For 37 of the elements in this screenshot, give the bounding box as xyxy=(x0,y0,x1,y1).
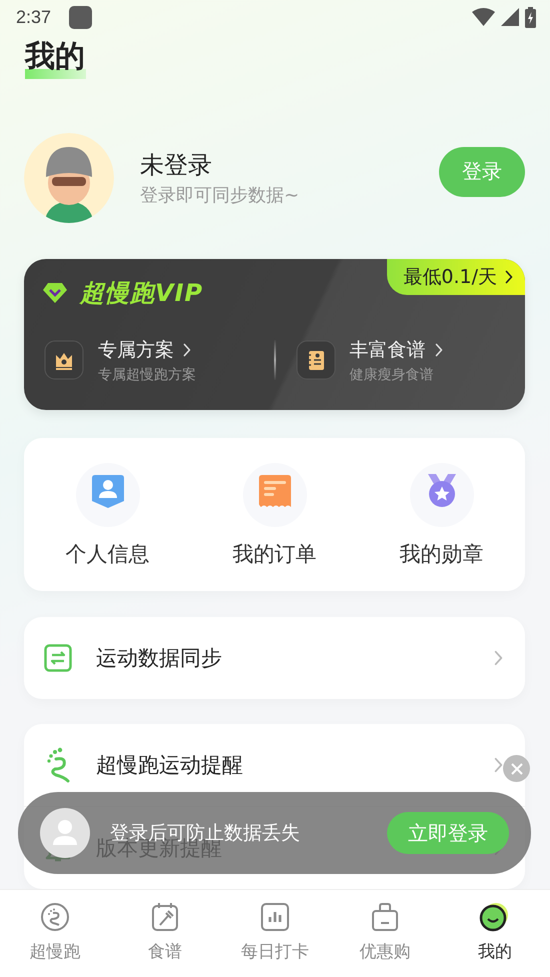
avatar-icon xyxy=(40,808,90,858)
status-time: 2:37 xyxy=(16,6,52,28)
chevron-icon xyxy=(505,270,513,284)
signal-icon xyxy=(501,8,519,26)
footprint-icon xyxy=(40,902,70,932)
chevron-icon xyxy=(183,342,191,357)
chevron-icon xyxy=(494,650,503,666)
login-hint: 登录即可同步数据~ xyxy=(140,184,300,207)
fork-icon xyxy=(151,902,179,932)
bar-chart-icon xyxy=(260,902,290,932)
medal-icon xyxy=(408,462,474,528)
wifi-icon xyxy=(472,8,495,26)
settings-row[interactable]: 超慢跑运动提醒 xyxy=(96,751,470,780)
shortcut-link[interactable]: 个人信息 xyxy=(66,540,150,568)
user-name: 未登录 xyxy=(140,150,213,181)
chevron-icon xyxy=(494,757,503,774)
receipt-icon xyxy=(242,462,308,528)
battery-icon xyxy=(525,6,536,28)
profile-badge-icon xyxy=(74,462,140,528)
close-icon xyxy=(510,762,522,774)
bag-icon xyxy=(371,902,399,932)
shortcut-link[interactable]: 我的订单 xyxy=(232,540,316,568)
nav-tab[interactable]: 我的 xyxy=(440,890,550,977)
feature-title[interactable]: 丰富食谱 xyxy=(350,336,426,363)
feature-subtitle: 专属超慢跑方案 xyxy=(98,366,196,384)
crown-icon xyxy=(44,340,84,380)
smiley-icon xyxy=(479,902,511,932)
notebook-icon xyxy=(296,340,336,380)
shortcut-link[interactable]: 我的勋章 xyxy=(400,540,484,568)
vip-title: 超慢跑VIP xyxy=(80,278,204,309)
feature-subtitle: 健康瘦身食谱 xyxy=(350,366,434,384)
price-badge[interactable]: 最低0.1/天 xyxy=(387,258,525,295)
notification-icon xyxy=(69,6,92,29)
sync-icon xyxy=(44,644,72,672)
feature-title[interactable]: 专属方案 xyxy=(98,336,174,363)
chevron-icon xyxy=(434,342,442,357)
diamond-icon xyxy=(42,282,68,304)
